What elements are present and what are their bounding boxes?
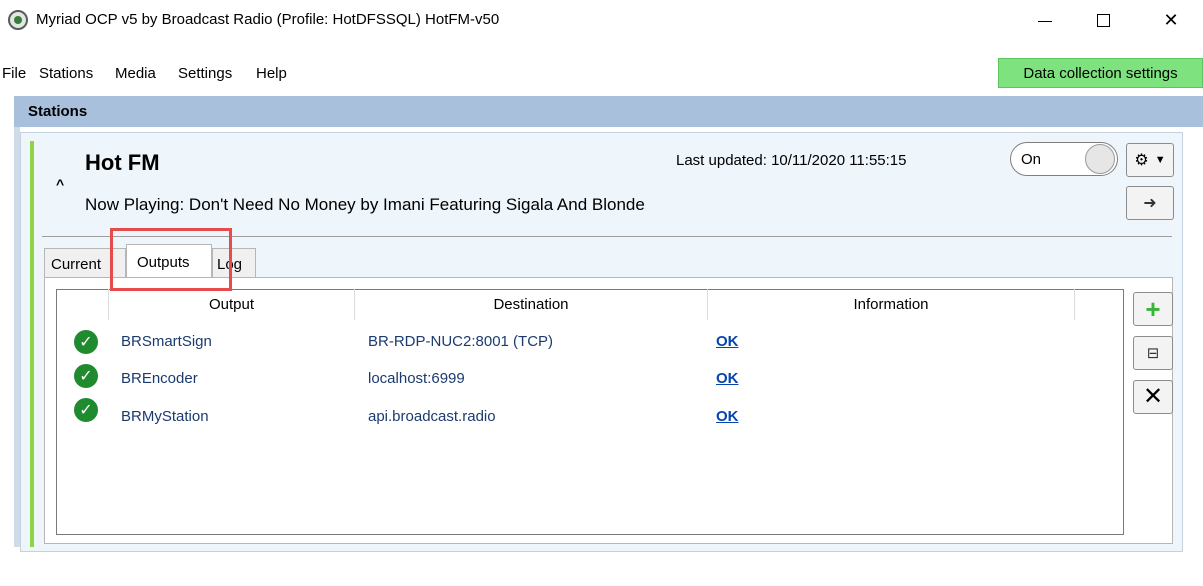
station-status-bar [30,141,34,547]
column-header-information[interactable]: Information [708,289,1075,320]
output-destination[interactable]: BR-RDP-NUC2:8001 (TCP) [368,333,553,350]
title-bar: Myriad OCP v5 by Broadcast Radio (Profil… [0,0,1203,40]
stations-panel-title: Stations [28,103,88,120]
add-output-button[interactable]: + [1133,292,1173,326]
menu-help[interactable]: Help [256,65,287,82]
delete-output-button[interactable]: ✕ [1133,380,1173,414]
maximize-button[interactable] [1080,0,1126,40]
now-playing-text: Now Playing: Don't Need No Money by Iman… [85,195,645,214]
output-name[interactable]: BREncoder [121,370,198,387]
output-name[interactable]: BRMyStation [121,408,209,425]
close-button[interactable]: ✕ [1148,0,1194,40]
data-collection-settings-button[interactable]: Data collection settings [998,58,1203,88]
station-settings-button[interactable]: ⚙ ▼ [1126,143,1174,177]
chevron-down-icon: ▼ [1154,154,1166,166]
output-name[interactable]: BRSmartSign [121,333,212,350]
app-icon [8,10,28,30]
check-circle-icon: ✓ [74,330,98,354]
menu-settings[interactable]: Settings [178,65,232,82]
tab-label: Current [51,256,102,273]
check-circle-icon: ✓ [74,364,98,388]
window-title: Myriad OCP v5 by Broadcast Radio (Profil… [36,11,500,28]
outputs-list [56,289,1124,535]
output-info-link[interactable]: OK [716,370,739,387]
station-on-toggle[interactable]: On [1010,142,1118,176]
column-header-output[interactable]: Output [109,289,355,320]
collapse-chevron-icon[interactable]: ^ [56,176,64,192]
last-updated-text: Last updated: 10/11/2020 11:55:15 [676,152,907,169]
output-destination[interactable]: localhost:6999 [368,370,465,387]
column-header-status[interactable] [57,289,109,320]
edit-icon: ⊟ [1146,345,1160,362]
minimize-button[interactable] [1022,0,1068,40]
check-circle-icon: ✓ [74,398,98,422]
toggle-knob [1085,144,1115,174]
output-info-link[interactable]: OK [716,333,739,350]
maximize-icon [1096,13,1110,27]
close-icon: ✕ [1163,9,1179,30]
add-icon: + [1145,294,1161,324]
output-info-link[interactable]: OK [716,408,739,425]
menu-stations[interactable]: Stations [39,65,93,82]
outputs-tab-highlight [110,228,232,291]
delete-icon: ✕ [1142,383,1164,410]
column-header-destination[interactable]: Destination [355,289,708,320]
menu-media[interactable]: Media [115,65,156,82]
minimize-icon [1038,20,1052,22]
station-name: Hot FM [85,150,160,175]
toggle-label: On [1021,151,1042,168]
edit-output-button[interactable]: ⊟ [1133,336,1173,370]
menu-file[interactable]: File [2,65,26,82]
station-go-button[interactable]: ➜ [1126,186,1174,220]
gear-icon: ⚙ [1134,152,1149,169]
arrow-circle-icon: ➜ [1143,195,1157,212]
stations-panel-header: Stations [14,96,1203,127]
output-destination[interactable]: api.broadcast.radio [368,408,496,425]
